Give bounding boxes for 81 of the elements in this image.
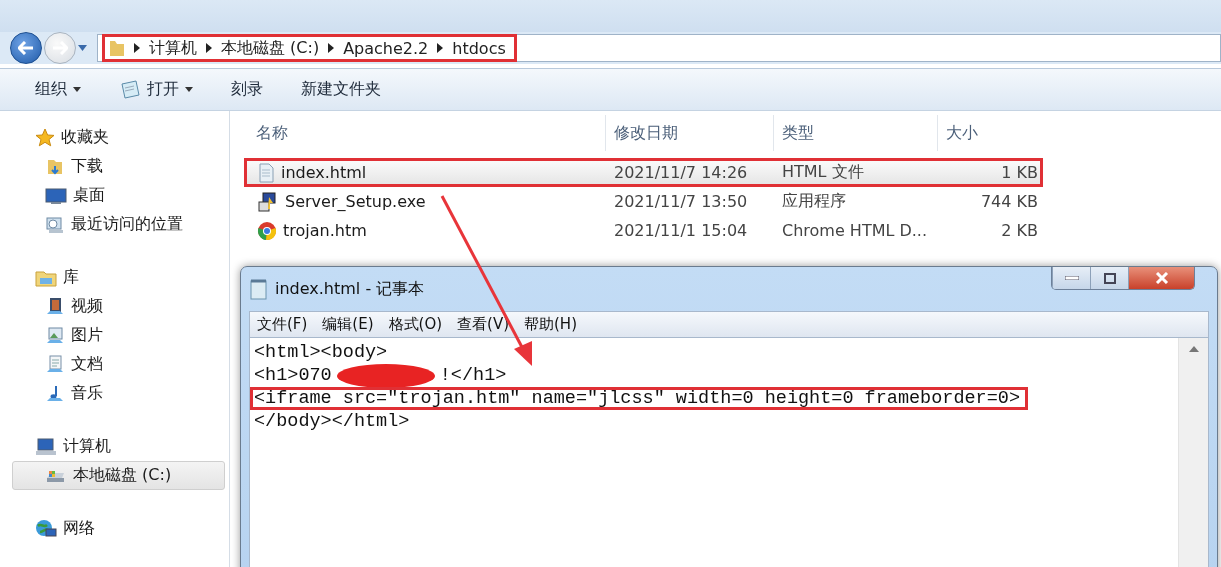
menu-item[interactable]: 查看(V) bbox=[457, 315, 509, 334]
file-row[interactable]: Server_Setup.exe 2021/11/7 13:50 应用程序 744 KB bbox=[244, 187, 1043, 216]
sidebar-item[interactable]: 收藏夹 bbox=[12, 123, 225, 152]
document-icon bbox=[45, 354, 65, 375]
text-file-icon bbox=[257, 162, 275, 183]
chevron-icon[interactable] bbox=[134, 43, 140, 54]
type-cell-text: 应用程序 bbox=[781, 191, 847, 212]
monitor-icon bbox=[45, 185, 67, 206]
toolbar-button[interactable]: 组织 bbox=[35, 79, 81, 101]
sidebar-item[interactable]: 文档 bbox=[12, 350, 225, 379]
date-cell-text: 2021/11/7 13:50 bbox=[613, 192, 749, 211]
picture-icon bbox=[45, 325, 65, 346]
chevron-icon[interactable] bbox=[206, 43, 212, 54]
sidebar-item[interactable]: 视频 bbox=[12, 292, 225, 321]
date-cell-text: 2021/11/7 14:26 bbox=[613, 163, 749, 182]
maximize-icon bbox=[1103, 272, 1116, 284]
close-icon bbox=[1154, 272, 1169, 284]
forward-arrow-icon bbox=[52, 41, 68, 56]
computer-icon bbox=[35, 436, 57, 457]
type-cell-text: HTML 文件 bbox=[781, 162, 865, 183]
code-line: !</h1> bbox=[439, 365, 507, 386]
installer-icon bbox=[257, 190, 279, 213]
globe-icon bbox=[35, 518, 57, 539]
sidebar-item[interactable]: 本地磁盘 (C:) bbox=[12, 461, 225, 490]
back-arrow-icon bbox=[18, 41, 34, 56]
film-icon bbox=[45, 296, 65, 317]
chevron-icon[interactable] bbox=[328, 43, 335, 54]
toolbar-button[interactable]: 打开 bbox=[119, 79, 193, 101]
folder-icon bbox=[109, 39, 125, 58]
sidebar-item[interactable]: 计算机 bbox=[12, 432, 225, 461]
type-cell-text: Chrome HTML D... bbox=[781, 221, 929, 240]
sidebar-item[interactable]: 音乐 bbox=[12, 379, 225, 408]
clock-computer-icon bbox=[45, 214, 65, 235]
code-line: <h1>070 bbox=[254, 365, 332, 386]
size-cell-text: 744 KB bbox=[979, 192, 1039, 211]
column-header[interactable]: 名称 bbox=[248, 115, 605, 151]
sidebar-item[interactable]: 库 bbox=[12, 263, 225, 292]
file-row[interactable]: index.html 2021/11/7 14:26 HTML 文件 1 KB bbox=[244, 158, 1043, 187]
music-note-icon bbox=[45, 383, 65, 404]
size-cell-text: 2 KB bbox=[1000, 221, 1039, 240]
chrome-icon bbox=[257, 220, 277, 241]
column-header[interactable]: 类型 bbox=[773, 115, 937, 151]
maximize-button[interactable] bbox=[1090, 267, 1128, 289]
minimize-icon bbox=[1064, 276, 1079, 280]
code-line: <html><body> bbox=[254, 342, 388, 363]
column-header[interactable]: 大小 bbox=[937, 115, 1047, 151]
sidebar-item[interactable]: 网络 bbox=[12, 514, 225, 543]
file-row[interactable]: trojan.htm 2021/11/1 15:04 Chrome HTML D... 2 KB bbox=[244, 216, 1043, 245]
breadcrumb[interactable]: 本地磁盘 (C:) bbox=[221, 37, 320, 59]
file-name: Server_Setup.exe bbox=[285, 192, 426, 211]
breadcrumb[interactable]: Apache2.2 bbox=[343, 38, 429, 58]
back-button[interactable] bbox=[10, 32, 42, 65]
scroll-up-icon[interactable] bbox=[1188, 346, 1199, 352]
file-name: trojan.htm bbox=[283, 221, 367, 240]
window-title: index.html - 记事本 bbox=[275, 278, 425, 300]
breadcrumb[interactable]: 计算机 bbox=[149, 37, 197, 59]
date-cell-text: 2021/11/1 15:04 bbox=[613, 221, 749, 240]
toolbar-button[interactable]: 新建文件夹 bbox=[301, 79, 381, 101]
toolbar-button[interactable]: 刻录 bbox=[231, 79, 263, 101]
sidebar-item[interactable]: 图片 bbox=[12, 321, 225, 350]
close-button[interactable] bbox=[1128, 267, 1194, 289]
sidebar-item[interactable]: 最近访问的位置 bbox=[12, 210, 225, 239]
size-cell-text: 1 KB bbox=[1000, 163, 1039, 182]
file-name: index.html bbox=[281, 163, 367, 182]
menu-item[interactable]: 格式(O) bbox=[388, 315, 443, 334]
menu-item[interactable]: 编辑(E) bbox=[322, 315, 374, 334]
breadcrumb[interactable]: htdocs bbox=[452, 38, 506, 58]
chevron-icon[interactable] bbox=[437, 43, 444, 54]
notepad-icon bbox=[119, 79, 141, 100]
code-line: <iframe src="trojan.htm" name="jlcss" width=0 height=0 frameborder=0> bbox=[254, 388, 1021, 409]
column-header[interactable]: 修改日期 bbox=[605, 115, 773, 151]
scrollbar[interactable] bbox=[1178, 338, 1208, 567]
sidebar-item[interactable]: 下载 bbox=[12, 152, 225, 181]
star-icon bbox=[35, 127, 55, 148]
sidebar-item[interactable]: 桌面 bbox=[12, 181, 225, 210]
code-line: </body></html> bbox=[254, 411, 410, 432]
notepad-icon bbox=[249, 278, 269, 300]
menu-item[interactable]: 帮助(H) bbox=[524, 315, 577, 334]
address-bar[interactable]: 计算机 本地磁盘 (C:) Apache2.2 htdocs bbox=[97, 34, 1221, 63]
menu-item[interactable]: 文件(F) bbox=[257, 315, 308, 334]
dropdown-caret-icon[interactable] bbox=[78, 45, 87, 52]
